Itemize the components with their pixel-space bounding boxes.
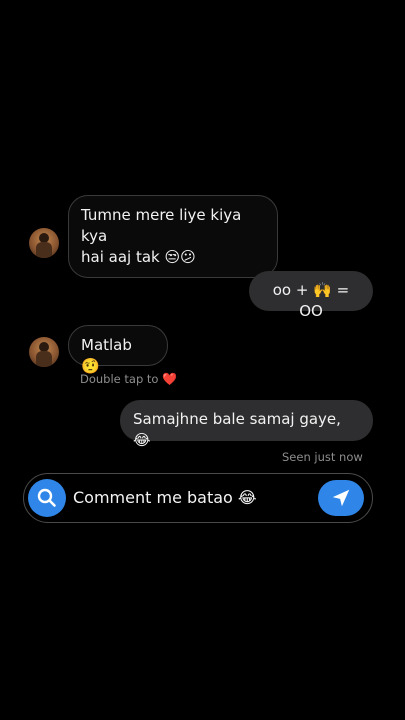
avatar[interactable] [29,228,59,258]
double-tap-text: Double tap to [80,372,159,386]
message-text-line: hai aaj tak 😒😕 [81,248,196,266]
send-icon [332,489,350,507]
incoming-message-bubble[interactable]: Matlab 🤨 [68,325,168,375]
message-text-line: Tumne mere liye kiya kya [81,206,242,245]
message-composer[interactable]: Comment me batao 😂 [23,473,373,523]
seen-status: Seen just now [282,450,363,464]
heart-icon[interactable]: ❤️ [162,372,177,386]
send-button[interactable] [318,480,364,516]
search-icon [37,488,56,507]
incoming-message-bubble[interactable]: Tumne mere liye kiya kya hai aaj tak 😒😕 [68,195,278,278]
chat-screen: Tumne mere liye kiya kya hai aaj tak 😒😕 … [0,0,405,720]
avatar[interactable] [29,337,59,367]
message-text: Samajhne bale samaj gaye, 😂 [133,410,341,449]
search-button[interactable] [28,479,66,517]
composer-input[interactable]: Comment me batao 😂 [73,487,257,509]
message-text: oo + 🙌 = OO [272,281,350,320]
avatar-body [36,242,52,258]
avatar-body [36,351,52,367]
outgoing-message-bubble[interactable]: oo + 🙌 = OO [249,271,373,320]
message-text: Matlab 🤨 [81,336,132,375]
outgoing-message-bubble[interactable]: Samajhne bale samaj gaye, 😂 [120,400,373,449]
double-tap-hint: Double tap to ❤️ [80,372,177,386]
